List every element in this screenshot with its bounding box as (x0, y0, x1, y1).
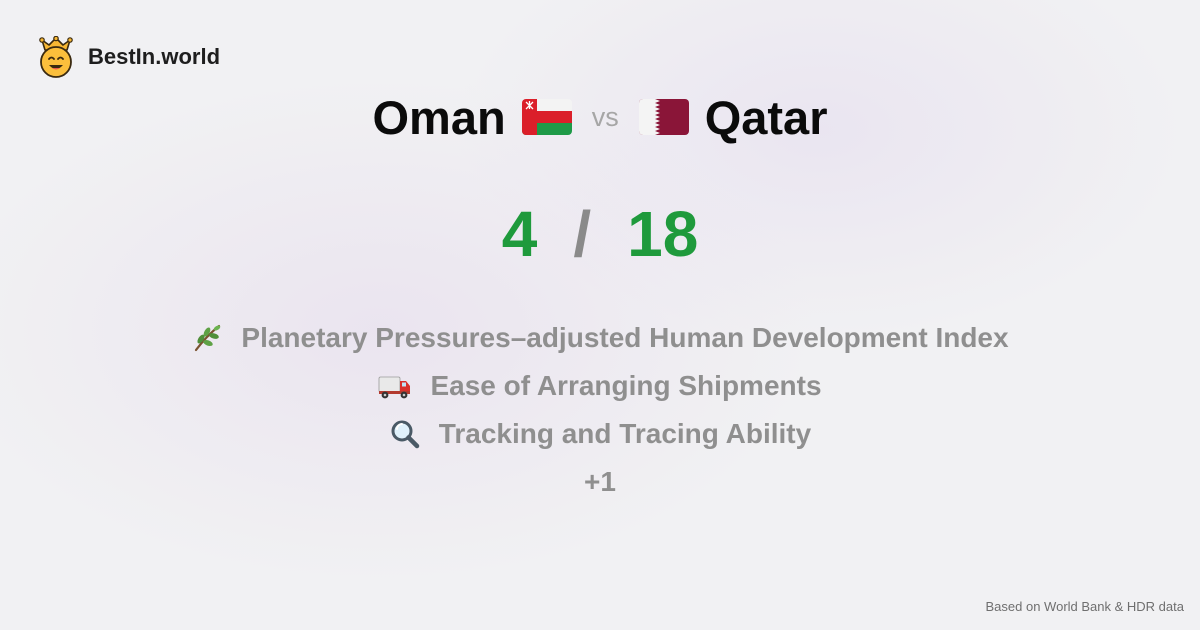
qatar-flag-icon (638, 99, 689, 135)
metric-item[interactable]: Ease of Arranging Shipments (0, 362, 1200, 410)
metric-label: Tracking and Tracing Ability (438, 418, 812, 449)
metric-item[interactable]: Tracking and Tracing Ability (0, 410, 1200, 458)
metric-label: Ease of Arranging Shipments (430, 370, 822, 401)
right-score: 18 (627, 198, 699, 270)
left-country-name[interactable]: Oman (373, 90, 506, 145)
left-score: 4 (501, 198, 538, 270)
metrics-list: Planetary Pressures–adjusted Human Devel… (0, 314, 1200, 506)
magnifying-glass-icon (391, 420, 420, 449)
score-display: 4 / 18 (0, 192, 1200, 276)
more-metrics-count[interactable]: +1 (0, 458, 1200, 506)
metric-label: Planetary Pressures–adjusted Human Devel… (241, 322, 1009, 353)
comparison-title: Oman vs Qatar (0, 84, 1200, 150)
oman-flag-icon (521, 99, 572, 135)
right-country-name[interactable]: Qatar (705, 90, 828, 145)
metric-item[interactable]: Planetary Pressures–adjusted Human Devel… (0, 314, 1200, 362)
data-source-note: Based on World Bank & HDR data (985, 599, 1184, 614)
brand[interactable]: BestIn.world (38, 36, 220, 78)
brand-name: BestIn.world (88, 44, 221, 69)
delivery-truck-icon (379, 376, 411, 399)
score-separator: / (573, 198, 592, 270)
crown-smiley-icon (39, 36, 73, 78)
herb-branch-icon (195, 324, 221, 352)
vs-label: vs (591, 101, 619, 132)
